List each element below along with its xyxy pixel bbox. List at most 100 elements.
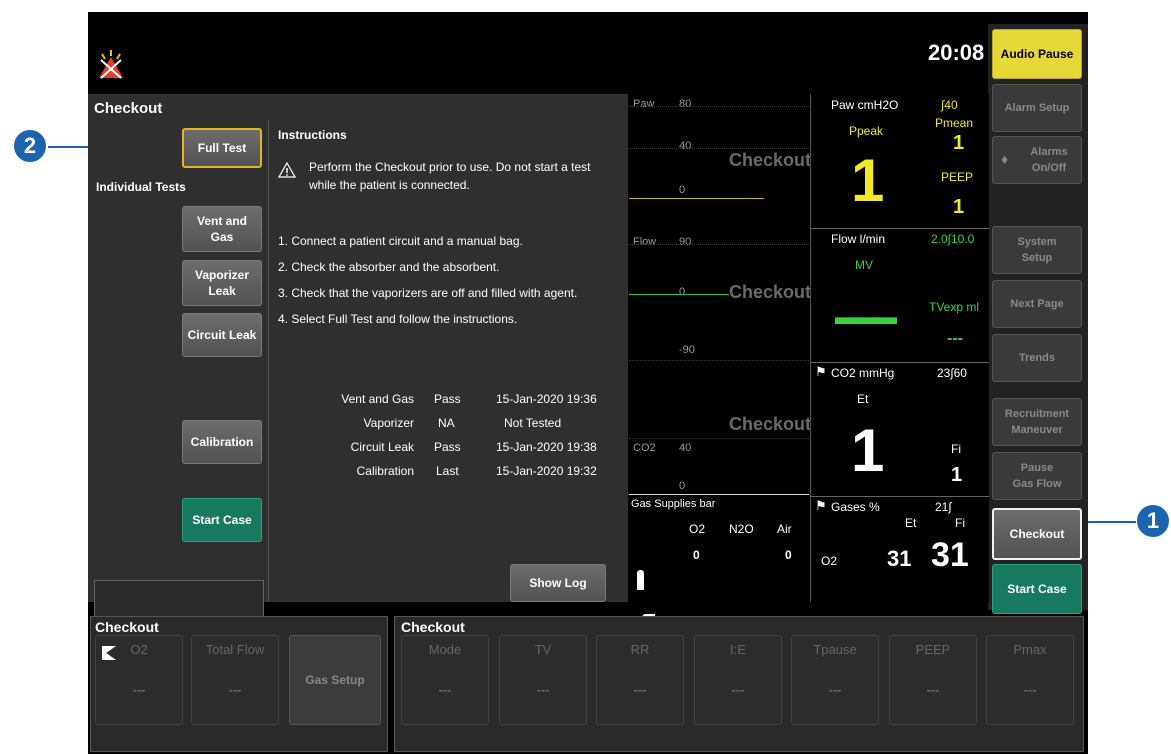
- flow-max: 90: [679, 236, 692, 248]
- result-status: NA: [438, 416, 455, 430]
- co2-wave-label: CO2: [633, 442, 656, 454]
- test-column: Full Test Individual Tests Vent and Gas …: [88, 120, 269, 626]
- checkout-panel-title: Checkout: [94, 100, 163, 117]
- paw-param-box: Paw cmH2O ∫40 Ppeak Pmean 1 PEEP 1 1: [811, 94, 989, 229]
- result-test: Calibration: [356, 464, 414, 478]
- peep-tile[interactable]: PEEP ---: [889, 635, 977, 725]
- vaporizer-leak-button[interactable]: Vaporizer Leak: [182, 260, 262, 306]
- paw-title: Paw cmH2O: [831, 98, 899, 112]
- ventilator-screen: 20:08 Audio Pause Alarm Setup ♦ Alarms O…: [88, 12, 1088, 754]
- callout-2: 2: [12, 128, 48, 164]
- peep-value: 1: [953, 196, 965, 218]
- ppeak-label: Ppeak: [849, 124, 884, 138]
- gas-header-o2: O2: [689, 522, 706, 536]
- top-bar: 20:08: [88, 12, 988, 94]
- flow-param-box: Flow l/min 2.0∫10.0 MV ▬▬▬ TVexp ml ---: [811, 228, 989, 363]
- o2-setting-label: O2: [130, 642, 148, 657]
- flow-min: -90: [679, 344, 695, 356]
- pause-gas-flow-button[interactable]: Pause Gas Flow: [992, 452, 1082, 500]
- flow-baseline: [629, 294, 729, 295]
- checkout-button[interactable]: Checkout: [992, 508, 1082, 560]
- recruitment-maneuver-button[interactable]: Recruitment Maneuver: [992, 398, 1082, 446]
- result-status: Pass: [434, 392, 461, 406]
- o2-fi-value: 31: [931, 536, 969, 574]
- clock: 20:08: [928, 40, 985, 65]
- cylinder-icon: [637, 570, 644, 590]
- show-log-button[interactable]: Show Log: [510, 564, 606, 602]
- result-test: Vaporizer: [363, 416, 414, 430]
- paw-baseline: [629, 198, 764, 199]
- circuit-leak-button[interactable]: Circuit Leak: [182, 313, 262, 357]
- person-icon: ⚑: [815, 364, 827, 379]
- callout-1-line: [1080, 521, 1136, 523]
- result-date: 15-Jan-2020 19:32: [496, 464, 597, 478]
- paw-max: 80: [679, 98, 692, 110]
- calibration-button[interactable]: Calibration: [182, 420, 262, 464]
- ie-tile[interactable]: I:E ---: [694, 635, 782, 725]
- warning-line-2: while the patient is connected.: [309, 178, 470, 192]
- gases-limit: 21∫: [935, 500, 952, 514]
- mode-tile[interactable]: Mode ---: [401, 635, 489, 725]
- warning-icon: [277, 161, 297, 183]
- result-status: Last: [436, 464, 459, 478]
- result-test: Vent and Gas: [341, 392, 414, 406]
- co2-limit: 23∫60: [937, 366, 967, 380]
- tpause-tile[interactable]: Tpause ---: [791, 635, 879, 725]
- alarm-silenced-icon: [96, 48, 126, 85]
- flow-overlay-text: Checkout: [729, 282, 812, 302]
- pmax-tile[interactable]: Pmax ---: [986, 635, 1074, 725]
- bottom-left-title: Checkout: [95, 619, 159, 635]
- total-flow-tile[interactable]: Total Flow ---: [191, 635, 279, 725]
- flow-mid: 0: [679, 286, 686, 298]
- co2-param-box: ⚑ CO2 mmHg 23∫60 Et Fi 1 1: [811, 362, 989, 497]
- right-button-column: Audio Pause Alarm Setup ♦ Alarms On/Off …: [988, 24, 1088, 614]
- bell-icon: ♦: [1001, 151, 1009, 167]
- cylinder-air-value: 0: [785, 548, 792, 562]
- fi-value: 1: [951, 464, 963, 486]
- vent-and-gas-button[interactable]: Vent and Gas: [182, 206, 262, 252]
- next-page-button[interactable]: Next Page: [992, 280, 1082, 328]
- gas-et-label: Et: [905, 516, 917, 530]
- et-value: 1: [851, 417, 885, 484]
- flow-title: Flow l/min: [831, 232, 886, 246]
- result-date: Not Tested: [504, 416, 562, 430]
- cylinder-o2-value: 0: [693, 548, 700, 562]
- start-case-button[interactable]: Start Case: [182, 498, 262, 542]
- flow-wave-label: Flow: [633, 236, 657, 248]
- audio-pause-button[interactable]: Audio Pause: [992, 29, 1082, 79]
- start-case-right-button[interactable]: Start Case: [992, 564, 1082, 614]
- paw-min: 0: [679, 184, 686, 196]
- result-test: Circuit Leak: [350, 440, 414, 454]
- paw-mid: 40: [679, 140, 692, 152]
- gases-param-box: ⚑ Gases % 21∫ Et Fi O2 31 31: [811, 496, 989, 602]
- warning-line-1: Perform the Checkout prior to use. Do no…: [309, 160, 591, 174]
- result-date: 15-Jan-2020 19:38: [496, 440, 597, 454]
- o2-et-value: 31: [887, 546, 912, 571]
- bottom-left-panel: Checkout O2 --- Total Flow --- Gas Setup: [90, 616, 388, 752]
- system-setup-button[interactable]: System Setup: [992, 226, 1082, 274]
- full-test-button[interactable]: Full Test: [182, 128, 262, 168]
- gas-header-air: Air: [777, 522, 792, 536]
- gas-supplies-title: Gas Supplies bar: [631, 498, 716, 510]
- result-date: 15-Jan-2020 19:36: [496, 392, 597, 406]
- tvexp-value: ---: [947, 330, 963, 347]
- pmean-label: Pmean: [935, 116, 974, 130]
- gas-header-n2o: N2O: [729, 522, 754, 536]
- step-4: 4. Select Full Test and follow the instr…: [278, 312, 518, 326]
- gas-setup-button[interactable]: Gas Setup: [289, 635, 381, 725]
- result-status: Pass: [434, 440, 461, 454]
- total-flow-value: ---: [228, 682, 242, 697]
- o2-setting-tile[interactable]: O2 ---: [95, 635, 183, 725]
- tv-tile[interactable]: TV ---: [499, 635, 587, 725]
- rr-tile[interactable]: RR ---: [596, 635, 684, 725]
- co2-overlay-text: Checkout: [729, 414, 812, 434]
- trends-button[interactable]: Trends: [992, 334, 1082, 382]
- peep-label: PEEP: [941, 170, 974, 184]
- alarms-onoff-button[interactable]: ♦ Alarms On/Off: [992, 136, 1082, 184]
- alarm-setup-button[interactable]: Alarm Setup: [992, 84, 1082, 132]
- mv-label: MV: [855, 258, 873, 272]
- callout-1: 1: [1135, 503, 1171, 539]
- paw-overlay-text: Checkout: [729, 150, 812, 170]
- gases-title: Gases %: [831, 500, 880, 514]
- bottom-right-panel: Checkout Mode --- TV --- RR --- I:E --- Tpau…: [394, 616, 1084, 752]
